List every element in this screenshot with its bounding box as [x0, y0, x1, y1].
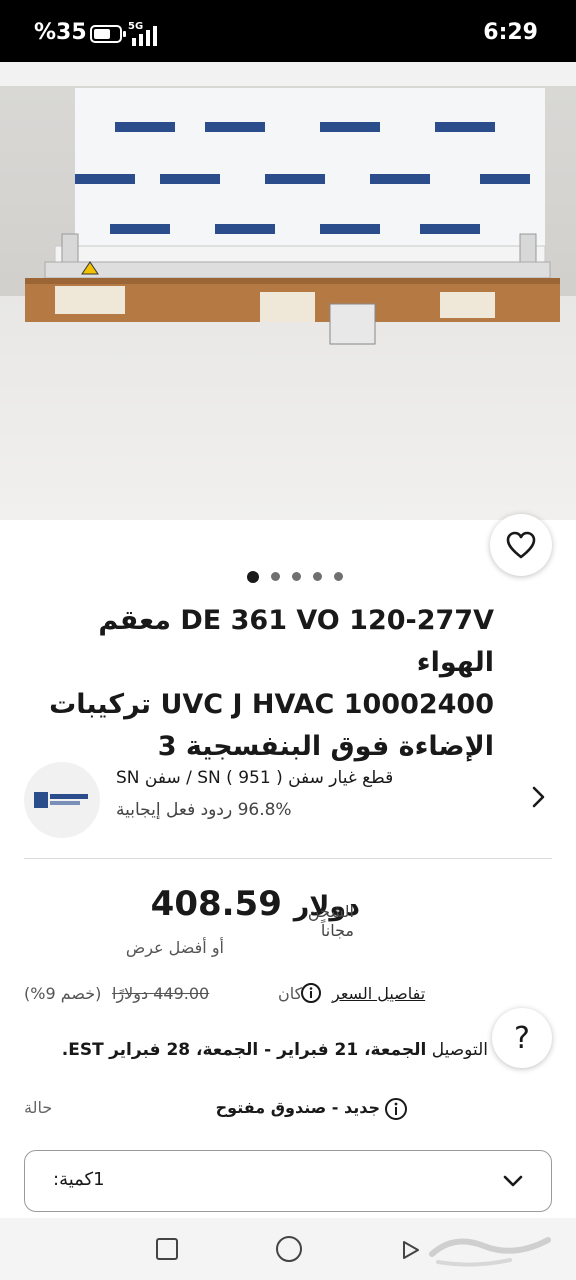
delivery-info: التوصيل الجمعة، 21 فبراير - الجمعة، 28 ف… [24, 1040, 488, 1060]
seller-logo-icon [34, 792, 88, 808]
home-button[interactable] [276, 1236, 302, 1262]
watermark-logo [429, 1237, 551, 1267]
system-nav-bar [0, 1218, 576, 1280]
carousel-dots[interactable] [0, 571, 576, 588]
title-line-2: UVC J HVAC 10002400 تركيبات [49, 689, 494, 720]
carousel-dot[interactable] [334, 572, 343, 581]
price-amount: 408.59 [150, 884, 282, 924]
quantity-number: 1 [93, 1169, 105, 1190]
battery-percent: %35 [34, 20, 87, 45]
quantity-label: كمية: [53, 1169, 94, 1190]
price-details-link[interactable]: تفاصيل السعر [332, 984, 425, 1003]
carousel-dot[interactable] [247, 571, 259, 583]
heart-icon [506, 531, 536, 559]
discount-percent: (خصم 9%) [24, 984, 102, 1003]
delivery-timezone: EST. [61, 1040, 104, 1060]
quantity-value: 1كمية: [53, 1169, 105, 1190]
product-title: DE 361 VO 120-277V معقم الهواء UVC J HVA… [24, 600, 494, 768]
seller-logo [24, 762, 100, 838]
condition-value: جديد - صندوق مفتوح [215, 1098, 380, 1117]
delivery-label: التوصيل [431, 1040, 488, 1060]
battery-icon [90, 25, 126, 43]
info-icon[interactable] [300, 982, 322, 1004]
seller-name[interactable]: SN سفن / SN قطع غيار سفن ( 951 ) [116, 768, 486, 788]
carousel-dot[interactable] [292, 572, 301, 581]
original-price-row: (خصم 9%) 449.00 دولارًا كان تفاصيل السعر [24, 982, 454, 1012]
was-label: كان [278, 984, 303, 1003]
back-icon[interactable] [398, 1238, 422, 1262]
recents-button[interactable] [156, 1238, 178, 1260]
help-button[interactable]: ? [492, 1008, 552, 1068]
product-image[interactable] [0, 86, 576, 520]
top-strip [0, 62, 576, 86]
chevron-down-icon [503, 1175, 523, 1187]
wishlist-button[interactable] [490, 514, 552, 576]
shipping-label: الشحن مجاناً [307, 902, 354, 940]
condition-label: حالة [24, 1098, 53, 1117]
title-line-1: DE 361 VO 120-277V معقم الهواء [98, 605, 494, 678]
clock: 6:29 [483, 20, 538, 45]
delivery-dates: الجمعة، 21 فبراير - الجمعة، 28 فبراير [109, 1040, 427, 1060]
quantity-select[interactable]: 1كمية: [24, 1150, 552, 1212]
seller-card[interactable]: SN سفن / SN قطع غيار سفن ( 951 ) 96.8% ر… [24, 758, 552, 838]
original-price: 449.00 دولارًا [112, 984, 210, 1003]
chevron-right-icon[interactable] [530, 784, 548, 810]
status-bar: %35 5G 6:29 [0, 0, 576, 62]
info-icon[interactable] [384, 1097, 408, 1121]
carousel-dot[interactable] [313, 572, 322, 581]
best-offer-label: أو أفضل عرض [125, 938, 224, 957]
carousel-dot[interactable] [271, 572, 280, 581]
divider [24, 858, 552, 859]
product-photo-icon [0, 86, 576, 520]
signal-icon [132, 26, 157, 46]
seller-feedback: 96.8% ردود فعل إيجابية [116, 800, 292, 820]
